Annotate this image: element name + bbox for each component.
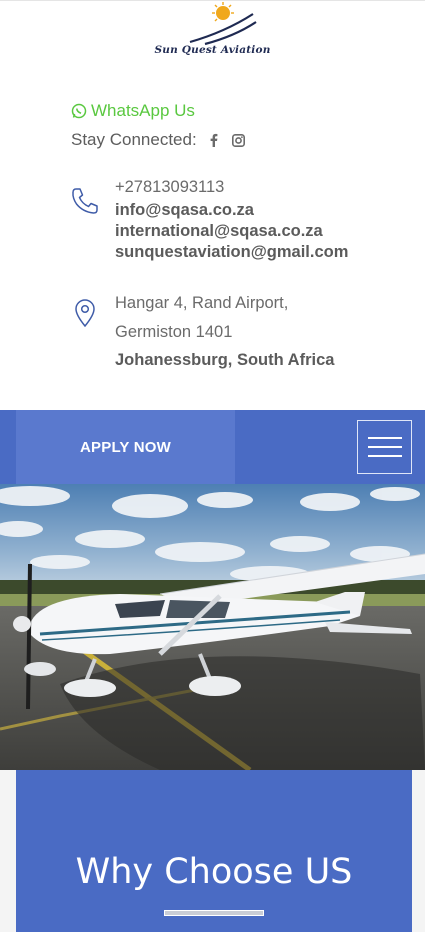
email-link[interactable]: international@sqasa.co.za	[115, 221, 348, 242]
hamburger-icon	[367, 437, 402, 439]
whatsapp-link[interactable]: WhatsApp Us	[71, 101, 195, 121]
why-choose-section: Why Choose US	[16, 770, 412, 932]
stay-connected: Stay Connected:	[71, 130, 245, 150]
stay-connected-label: Stay Connected:	[71, 130, 197, 149]
hamburger-menu-button[interactable]	[357, 420, 412, 474]
address-line: Germiston 1401	[115, 322, 233, 341]
apply-now-button[interactable]: APPLY NOW	[16, 410, 235, 484]
address-line: Hangar 4, Rand Airport,	[115, 294, 289, 312]
email-link[interactable]: info@sqasa.co.za	[115, 200, 348, 221]
title-underline	[164, 910, 264, 916]
address: Hangar 4, Rand Airport, Germiston 1401 J…	[115, 289, 334, 375]
hamburger-icon	[367, 455, 402, 457]
address-city: Johanessburg, South Africa	[115, 351, 335, 369]
top-divider	[0, 0, 425, 1]
logo-sun-icon	[189, 2, 257, 46]
location-pin-icon	[75, 299, 95, 328]
hero-image-aircraft	[0, 484, 425, 770]
nav-bar: APPLY NOW	[0, 410, 425, 484]
section-title: Why Choose US	[75, 852, 353, 892]
phone-icon	[72, 188, 98, 214]
site-logo[interactable]: Sun Quest Aviation	[150, 2, 275, 60]
logo-text: Sun Quest Aviation	[154, 44, 271, 56]
facebook-icon[interactable]	[209, 133, 218, 147]
whatsapp-label: WhatsApp Us	[91, 101, 195, 120]
phone-number[interactable]: +27813093113	[115, 177, 348, 198]
email-link[interactable]: sunquestaviation@gmail.com	[115, 242, 348, 263]
whatsapp-icon	[71, 103, 87, 119]
instagram-icon[interactable]	[231, 133, 245, 147]
hamburger-icon	[367, 446, 402, 448]
contact-details: +27813093113 info@sqasa.co.za internatio…	[115, 177, 348, 263]
